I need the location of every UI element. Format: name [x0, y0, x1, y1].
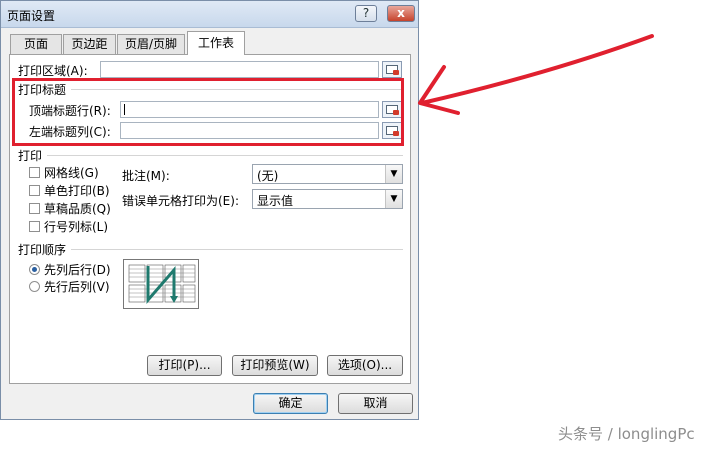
draft-quality-checkbox[interactable] [29, 203, 40, 214]
cancel-button[interactable]: 取消 [338, 393, 413, 414]
over-then-down-label[interactable]: 先行后列(V) [44, 278, 110, 295]
cell-errors-select[interactable]: 显示值 ▼ [252, 189, 403, 209]
tab-header-footer[interactable]: 页眉/页脚 [117, 34, 185, 54]
gridlines-checkbox[interactable] [29, 167, 40, 178]
comments-value: (无) [257, 169, 279, 183]
tab-margins[interactable]: 页边距 [63, 34, 116, 54]
title-bar[interactable]: 页面设置 ? x [1, 1, 418, 28]
highlight-box [12, 78, 404, 146]
chevron-down-icon[interactable]: ▼ [385, 165, 402, 183]
black-white-label[interactable]: 单色打印(B) [44, 182, 110, 199]
comments-label: 批注(M): [122, 169, 170, 183]
print-area-field[interactable] [100, 61, 379, 78]
print-preview-button[interactable]: 打印预览(W) [232, 355, 318, 376]
page-order-group-label: 打印顺序 [18, 243, 67, 257]
close-button[interactable]: x [387, 5, 415, 22]
print-group-label: 打印 [18, 149, 43, 163]
range-select-marker-icon [393, 70, 399, 75]
watermark-text: 头条号 / longlingPc [558, 425, 695, 443]
tab-sheet[interactable]: 工作表 [187, 31, 245, 55]
down-then-over-label[interactable]: 先列后行(D) [44, 261, 111, 278]
ok-button[interactable]: 确定 [253, 393, 328, 414]
over-then-down-radio[interactable] [29, 281, 40, 292]
black-white-checkbox[interactable] [29, 185, 40, 196]
cell-errors-label: 错误单元格打印为(E): [122, 194, 239, 208]
annotation-arrow-icon [418, 34, 654, 115]
print-area-collapse-button[interactable] [382, 61, 402, 78]
page-order-divider [71, 249, 403, 250]
page-setup-dialog: 页面设置 ? x 页面 页边距 页眉/页脚 工作表 打印区域(A): 打印标题 … [0, 0, 419, 420]
help-button[interactable]: ? [355, 5, 377, 22]
tab-page[interactable]: 页面 [10, 34, 62, 54]
print-divider [47, 155, 403, 156]
chevron-down-icon[interactable]: ▼ [385, 190, 402, 208]
print-button[interactable]: 打印(P)... [147, 355, 222, 376]
options-button[interactable]: 选项(O)... [327, 355, 403, 376]
row-col-headings-label[interactable]: 行号列标(L) [44, 218, 108, 235]
page-order-preview-icon [123, 259, 199, 309]
print-area-label: 打印区域(A): [18, 64, 88, 78]
dialog-title: 页面设置 [7, 9, 56, 23]
comments-select[interactable]: (无) ▼ [252, 164, 403, 184]
gridlines-label[interactable]: 网格线(G) [44, 164, 99, 181]
draft-quality-label[interactable]: 草稿品质(Q) [44, 200, 111, 217]
down-then-over-radio[interactable] [29, 264, 40, 275]
row-col-headings-checkbox[interactable] [29, 221, 40, 232]
cell-errors-value: 显示值 [257, 194, 294, 208]
